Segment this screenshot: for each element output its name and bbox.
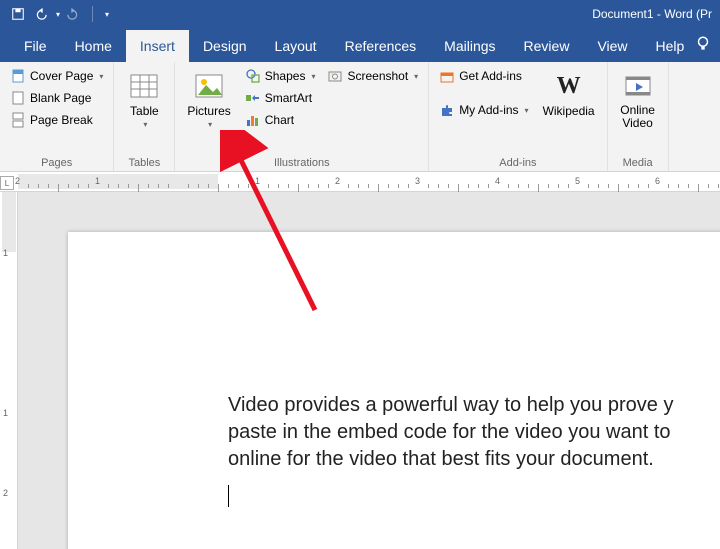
shapes-label: Shapes	[265, 69, 306, 83]
page-area[interactable]: Video provides a powerful way to help yo…	[18, 192, 720, 549]
pictures-label: Pictures	[187, 104, 230, 118]
screenshot-label: Screenshot	[347, 69, 408, 83]
tell-me-icon[interactable]	[694, 35, 712, 56]
tab-file[interactable]: File	[10, 30, 61, 62]
chart-button[interactable]: Chart	[241, 110, 320, 130]
screenshot-button[interactable]: Screenshot ▾	[323, 66, 422, 86]
chevron-down-icon: ▾	[414, 72, 418, 81]
wikipedia-button[interactable]: W Wikipedia	[537, 66, 601, 122]
qat-customize-icon[interactable]: ▾	[105, 10, 109, 19]
ribbon-tabs: File Home Insert Design Layout Reference…	[0, 28, 720, 62]
page-break-label: Page Break	[30, 113, 93, 127]
get-addins-button[interactable]: Get Add-ins	[435, 66, 532, 86]
title-bar: ▾ ▾ Document1 - Word (Pr	[0, 0, 720, 28]
store-icon	[439, 68, 455, 84]
blank-page-label: Blank Page	[30, 91, 91, 105]
document-title: Document1 - Word (Pr	[592, 7, 712, 21]
pictures-button[interactable]: Pictures ▾	[181, 66, 236, 133]
group-label: Add-ins	[435, 155, 600, 169]
tab-review[interactable]: Review	[510, 30, 584, 62]
cover-page-button[interactable]: Cover Page ▾	[6, 66, 107, 86]
tab-view[interactable]: View	[583, 30, 641, 62]
online-video-label: Online Video	[620, 104, 655, 130]
chart-icon	[245, 112, 261, 128]
table-label: Table	[130, 104, 159, 118]
pictures-icon	[193, 70, 225, 102]
screenshot-icon	[327, 68, 343, 84]
my-addins-button[interactable]: My Add-ins ▾	[435, 100, 532, 120]
online-video-icon	[622, 70, 654, 102]
group-tables: Table ▾ Tables	[114, 62, 175, 171]
chevron-down-icon: ▾	[99, 72, 103, 81]
chart-label: Chart	[265, 113, 294, 127]
wikipedia-label: Wikipedia	[543, 104, 595, 118]
vertical-ruler[interactable]: 112	[0, 192, 18, 549]
tab-design[interactable]: Design	[189, 30, 261, 62]
body-text[interactable]: Video provides a powerful way to help yo…	[228, 392, 720, 515]
online-video-button[interactable]: Online Video	[614, 66, 662, 134]
tab-references[interactable]: References	[331, 30, 431, 62]
quick-access-toolbar: ▾ ▾	[0, 6, 109, 22]
smartart-button[interactable]: SmartArt	[241, 88, 320, 108]
chevron-down-icon: ▾	[143, 120, 147, 129]
workspace: 112 Video provides a powerful way to hel…	[0, 192, 720, 549]
page-break-button[interactable]: Page Break	[6, 110, 107, 130]
smartart-label: SmartArt	[265, 91, 312, 105]
tab-mailings[interactable]: Mailings	[430, 30, 509, 62]
smartart-icon	[245, 90, 261, 106]
text-line: online for the video that best fits your…	[228, 446, 720, 473]
group-label: Media	[614, 155, 662, 169]
my-addins-label: My Add-ins	[459, 103, 518, 117]
blank-page-icon	[10, 90, 26, 106]
chevron-down-icon: ▾	[525, 106, 529, 115]
text-line: paste in the embed code for the video yo…	[228, 419, 720, 446]
table-button[interactable]: Table ▾	[120, 66, 168, 133]
blank-page-button[interactable]: Blank Page	[6, 88, 107, 108]
tab-selector[interactable]: L	[0, 176, 14, 190]
group-label: Illustrations	[181, 155, 422, 169]
group-label: Tables	[120, 155, 168, 169]
cover-page-label: Cover Page	[30, 69, 93, 83]
shapes-icon	[245, 68, 261, 84]
group-addins: Get Add-ins My Add-ins ▾ W Wikipedia Add…	[429, 62, 607, 171]
page-break-icon	[10, 112, 26, 128]
tab-help[interactable]: Help	[642, 30, 699, 62]
undo-dropdown-icon[interactable]: ▾	[56, 10, 60, 19]
group-pages: Cover Page ▾ Blank Page Page Break Pages	[0, 62, 114, 171]
addins-icon	[439, 102, 455, 118]
chevron-down-icon: ▾	[311, 72, 315, 81]
wikipedia-icon: W	[553, 70, 585, 102]
text-line: Video provides a powerful way to help yo…	[228, 392, 720, 419]
table-icon	[128, 70, 160, 102]
save-icon[interactable]	[10, 6, 26, 22]
shapes-button[interactable]: Shapes ▾	[241, 66, 320, 86]
group-label: Pages	[6, 155, 107, 169]
horizontal-ruler[interactable]: L 21123456	[0, 172, 720, 192]
ribbon: Cover Page ▾ Blank Page Page Break Pages	[0, 62, 720, 172]
undo-icon[interactable]	[32, 6, 48, 22]
get-addins-label: Get Add-ins	[459, 69, 522, 83]
redo-icon[interactable]	[66, 6, 82, 22]
tab-layout[interactable]: Layout	[261, 30, 331, 62]
group-media: Online Video Media	[608, 62, 669, 171]
group-illustrations: Pictures ▾ Shapes ▾ SmartArt Chart	[175, 62, 429, 171]
tab-insert[interactable]: Insert	[126, 30, 189, 62]
document-page[interactable]: Video provides a powerful way to help yo…	[68, 232, 720, 549]
chevron-down-icon: ▾	[208, 120, 212, 129]
text-cursor	[228, 485, 229, 507]
cover-page-icon	[10, 68, 26, 84]
tab-home[interactable]: Home	[61, 30, 126, 62]
